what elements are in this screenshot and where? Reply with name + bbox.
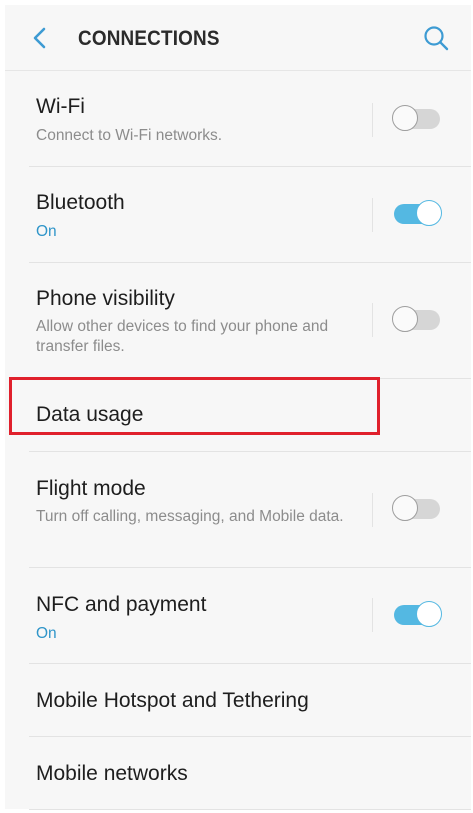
setting-title: Flight mode (36, 477, 146, 500)
setting-subtitle: Allow other devices to find your phone a… (36, 318, 329, 355)
setting-wifi[interactable]: Wi-Fi Connect to Wi-Fi networks. (5, 71, 471, 167)
setting-subtitle: Connect to Wi-Fi networks. (36, 127, 223, 144)
setting-nfc-payment[interactable]: NFC and payment On (5, 568, 471, 664)
bluetooth-toggle[interactable] (392, 200, 442, 228)
toggle-knob (392, 495, 418, 521)
divider (372, 493, 373, 527)
divider (372, 303, 373, 337)
setting-status: On (36, 625, 57, 642)
back-button[interactable] (25, 23, 55, 53)
setting-status: On (36, 223, 57, 240)
settings-list: Wi-Fi Connect to Wi-Fi networks. Bluetoo… (5, 71, 471, 810)
settings-panel: CONNECTIONS Wi-Fi Connect to Wi-Fi netwo… (5, 5, 471, 810)
setting-title: Wi-Fi (36, 95, 85, 118)
setting-title: Mobile networks (36, 762, 188, 785)
divider (372, 198, 373, 232)
chevron-left-icon (33, 27, 46, 49)
nfc-toggle[interactable] (392, 601, 442, 629)
setting-mobile-networks[interactable]: Mobile networks (5, 737, 471, 810)
search-icon (424, 26, 449, 51)
search-button[interactable] (421, 23, 451, 53)
setting-title: NFC and payment (36, 593, 207, 616)
setting-subtitle: Turn off calling, messaging, and Mobile … (36, 508, 344, 525)
toggle-knob (392, 105, 418, 131)
setting-data-usage[interactable]: Data usage (5, 379, 471, 452)
setting-title: Mobile Hotspot and Tethering (36, 689, 309, 712)
setting-title: Data usage (36, 403, 144, 426)
setting-title: Bluetooth (36, 191, 125, 214)
toggle-knob (392, 306, 418, 332)
setting-mobile-hotspot[interactable]: Mobile Hotspot and Tethering (5, 664, 471, 737)
flight-mode-toggle[interactable] (392, 495, 442, 523)
setting-title: Phone visibility (36, 287, 175, 310)
divider (372, 598, 373, 632)
app-bar: CONNECTIONS (5, 5, 471, 71)
screen: CONNECTIONS Wi-Fi Connect to Wi-Fi netwo… (0, 0, 473, 813)
toggle-knob (416, 200, 442, 226)
phone-visibility-toggle[interactable] (392, 306, 442, 334)
divider (372, 103, 373, 137)
setting-flight-mode[interactable]: Flight mode Turn off calling, messaging,… (5, 452, 471, 568)
setting-phone-visibility[interactable]: Phone visibility Allow other devices to … (5, 263, 471, 379)
page-title: CONNECTIONS (78, 27, 220, 50)
wifi-toggle[interactable] (392, 105, 442, 133)
setting-bluetooth[interactable]: Bluetooth On (5, 167, 471, 263)
toggle-knob (416, 601, 442, 627)
row-separator (29, 809, 471, 810)
